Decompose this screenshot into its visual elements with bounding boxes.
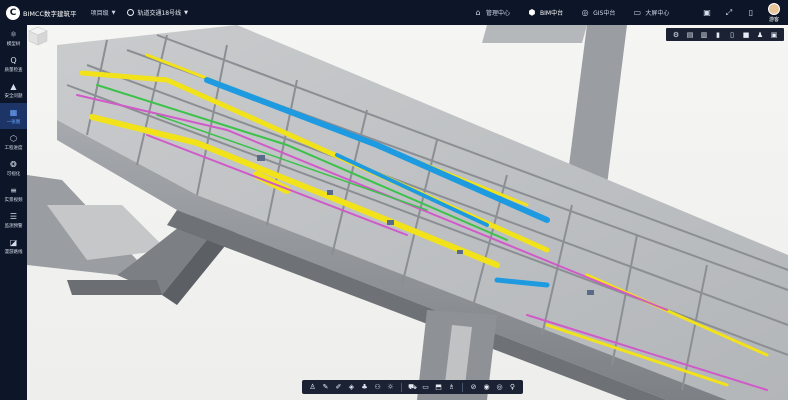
user-menu[interactable]: 游客 xyxy=(768,2,780,23)
chevron-down-icon: ▼ xyxy=(184,9,188,16)
sidebar-item-label: 模型树 xyxy=(6,41,21,47)
pen-icon[interactable]: ✐ xyxy=(333,382,344,392)
users-icon[interactable]: ♟ xyxy=(754,30,766,40)
toolbar-divider xyxy=(401,382,402,392)
screen-icon[interactable]: ▭ xyxy=(420,382,431,392)
monitor-icon: ▭ xyxy=(633,8,642,17)
sidebar-item-visualization[interactable]: ❂ 可视化 xyxy=(0,155,27,181)
bim-model-render xyxy=(27,25,788,400)
line-select-label: 轨道交通18号线 xyxy=(137,10,182,17)
visualization-icon: ❂ xyxy=(10,159,17,169)
header-tools: ▣ ⤢ ▯ 游客 xyxy=(690,0,780,25)
sidebar-item-progress[interactable]: ⬡ 工程进度 xyxy=(0,129,27,155)
cube-icon: ⬢ xyxy=(528,8,536,17)
sidebar-item-label: 安全问题 xyxy=(4,93,23,99)
tree-icon[interactable]: ♣ xyxy=(359,382,370,392)
sidebar-item-label: 可视化 xyxy=(6,171,21,177)
document-icon[interactable]: ▮ xyxy=(712,30,724,40)
home-icon: ⌂ xyxy=(475,8,481,17)
project-level-select[interactable]: 项目级 ▼ xyxy=(90,8,116,18)
avatar xyxy=(768,2,780,15)
measure-icon[interactable]: ✎ xyxy=(320,382,331,392)
split-view-icon[interactable]: ⬒ xyxy=(433,382,444,392)
nav-label: GIS中台 xyxy=(593,10,616,17)
sidebar-item-monitoring[interactable]: ☰ 监测预警 xyxy=(0,207,27,233)
sidebar-item-roaming[interactable]: ◪ 漫游路线 xyxy=(0,233,27,259)
roaming-icon: ◪ xyxy=(9,237,18,247)
sidebar-item-label: 监测预警 xyxy=(4,223,23,229)
lightbulb-icon[interactable]: ♀ xyxy=(507,382,518,392)
sidebar-item-one-map[interactable]: ▦ 一张图 xyxy=(0,103,27,129)
bottom-toolbar: ♙ ✎ ✐ ◈ ♣ ⚇ ☼ ⛟ ▭ ⬒ ♗ ⊘ ◉ ◎ ♀ xyxy=(302,380,523,394)
file-icon[interactable]: ▯ xyxy=(726,30,738,40)
vehicle-icon[interactable]: ⛟ xyxy=(407,382,418,392)
map-icon[interactable]: ▥ xyxy=(698,30,710,40)
nav-label: 管理中心 xyxy=(486,10,511,17)
user-name: 游客 xyxy=(768,16,779,23)
toolbar-divider xyxy=(462,382,463,392)
video-icon: ≡ xyxy=(10,185,17,195)
sidebar-item-label: 一张图 xyxy=(6,119,21,125)
message-icon[interactable]: ▣ xyxy=(702,8,712,17)
view-toolbar: ⚙ ▤ ▥ ▮ ▯ ■ ♟ ▣ xyxy=(666,28,784,41)
nav-screen-center[interactable]: ▭ 大屏中心 xyxy=(633,8,670,17)
sidebar-item-quality[interactable]: Q 质量检查 xyxy=(0,51,27,77)
project-level-label: 项目级 xyxy=(90,10,109,17)
line-select[interactable]: 轨道交通18号线 ▼ xyxy=(127,8,188,17)
person-icon[interactable]: ♙ xyxy=(307,382,318,392)
isolate-icon[interactable]: ◉ xyxy=(481,382,492,392)
view-cube-icon[interactable] xyxy=(27,25,49,47)
mobile-icon[interactable]: ▯ xyxy=(746,8,756,17)
model-tree-icon: ⚛ xyxy=(9,29,18,39)
layer-icon[interactable]: ▤ xyxy=(684,30,696,40)
nav-management-center[interactable]: ⌂ 管理中心 xyxy=(474,8,510,17)
map-grid-icon: ▦ xyxy=(9,107,18,117)
left-sidebar: ⚛ 模型树 Q 质量检查 ▲ 安全问题 ▦ 一张图 ⬡ 工程进度 ❂ 可视化 ≡… xyxy=(0,25,27,400)
quality-icon: Q xyxy=(10,55,17,65)
globe-icon: ◎ xyxy=(581,8,589,17)
hide-icon[interactable]: ⊘ xyxy=(468,382,479,392)
sidebar-item-label: 工程进度 xyxy=(4,145,23,151)
calculator-icon[interactable]: ▣ xyxy=(768,30,780,40)
section-box-icon[interactable]: ◈ xyxy=(346,382,357,392)
bim-3d-viewport[interactable] xyxy=(27,25,788,400)
nav-label: BIM中台 xyxy=(540,10,564,17)
logo-text: BIMCC数字建筑平 xyxy=(23,9,77,18)
logo-mark: C xyxy=(6,5,20,20)
sidebar-item-label: 漫游路线 xyxy=(4,249,23,255)
fullscreen-icon[interactable]: ⤢ xyxy=(724,8,734,18)
sidebar-item-label: 实景视频 xyxy=(4,197,23,203)
nav-bim-center[interactable]: ⬢ BIM中台 xyxy=(528,8,564,17)
nav-gis-center[interactable]: ◎ GIS中台 xyxy=(581,8,616,17)
network-icon[interactable]: ⚇ xyxy=(372,382,383,392)
main-nav: ⌂ 管理中心 ⬢ BIM中台 ◎ GIS中台 ▭ 大屏中心 xyxy=(474,0,687,25)
monitoring-icon: ☰ xyxy=(9,211,18,221)
sidebar-item-video[interactable]: ≡ 实景视频 xyxy=(0,181,27,207)
warning-icon: ▲ xyxy=(10,81,17,91)
show-icon[interactable]: ◎ xyxy=(494,382,505,392)
progress-icon: ⬡ xyxy=(10,133,17,143)
video-camera-icon[interactable]: ■ xyxy=(740,30,752,40)
sidebar-item-label: 质量检查 xyxy=(4,67,23,73)
nav-label: 大屏中心 xyxy=(645,10,670,17)
figure-icon[interactable]: ♗ xyxy=(446,382,457,392)
top-bar: C BIMCC数字建筑平 项目级 ▼ 轨道交通18号线 ▼ ⌂ 管理中心 ⬢ B… xyxy=(0,0,788,25)
sidebar-item-model-tree[interactable]: ⚛ 模型树 xyxy=(0,25,27,51)
line-icon xyxy=(127,9,135,16)
chevron-down-icon: ▼ xyxy=(111,9,116,16)
app-logo[interactable]: C BIMCC数字建筑平 xyxy=(6,5,77,20)
sidebar-item-safety[interactable]: ▲ 安全问题 xyxy=(0,77,27,103)
settings-icon[interactable]: ⚙ xyxy=(670,30,682,40)
light-icon[interactable]: ☼ xyxy=(385,382,396,392)
